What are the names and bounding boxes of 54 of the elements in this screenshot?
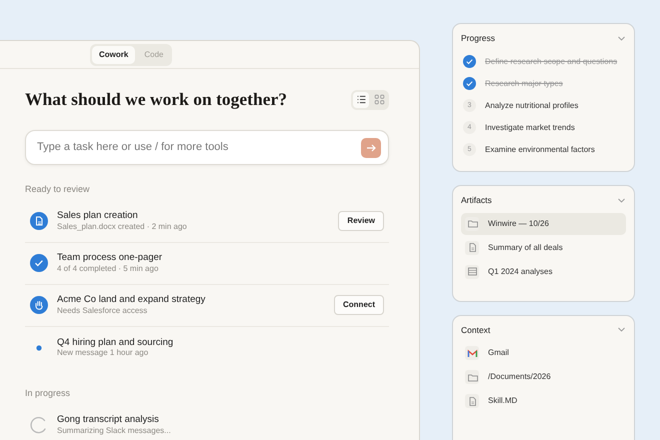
context-item[interactable]: /Documents/2026 xyxy=(461,366,626,388)
panel-title: Progress xyxy=(461,32,496,45)
task-status: New message 1 hour ago xyxy=(57,348,150,358)
chevron-icon xyxy=(617,196,626,205)
list-view-button[interactable] xyxy=(353,92,369,108)
task-status: Needs Salesforce access xyxy=(57,306,148,316)
chevron-icon xyxy=(617,34,626,43)
table-icon xyxy=(466,266,478,277)
step-label: Define research scope and questions xyxy=(485,56,618,68)
task-field[interactable]: Type a task here or use / for more tools xyxy=(25,130,389,165)
send-button[interactable] xyxy=(361,138,381,158)
task-status: 4 of 4 completed · 5 min ago xyxy=(57,264,160,274)
task-title: Gong transcript analysis xyxy=(57,414,160,426)
unread-dot-icon xyxy=(36,344,42,350)
collapse-button[interactable] xyxy=(617,34,626,43)
task-title: Q4 hiring plan and sourcing xyxy=(57,336,174,348)
panel-title: Context xyxy=(461,324,490,336)
connect-button[interactable]: Connect xyxy=(334,295,384,315)
list-icon xyxy=(356,94,366,105)
review-button[interactable]: Review xyxy=(338,211,384,231)
folder-icon xyxy=(466,372,478,383)
mode-tab[interactable]: Cowork xyxy=(92,46,136,64)
folder-icon xyxy=(466,218,478,229)
task-title: Team process one-pager xyxy=(57,252,162,264)
section-heading: In progress xyxy=(25,386,72,400)
step-label: Analyze nutritional profiles xyxy=(485,100,578,112)
spinner-icon xyxy=(30,416,48,434)
document-icon xyxy=(466,242,478,253)
collapse-button[interactable] xyxy=(617,325,626,334)
section-heading: Ready to review xyxy=(25,183,91,196)
panel-title: Artifacts xyxy=(461,194,492,206)
mail-icon xyxy=(466,348,478,359)
context-item[interactable]: Skill.MD xyxy=(461,390,626,412)
arrow-icon xyxy=(366,142,376,152)
step-label: Examine environmental factors xyxy=(485,144,595,156)
document-icon xyxy=(466,396,478,407)
hand-icon xyxy=(30,296,48,314)
step-label: Research major types xyxy=(485,78,563,90)
artifact-item[interactable]: Q1 2024 analyses xyxy=(461,260,626,282)
step-label: Investigate market trends xyxy=(485,122,575,134)
grid-icon xyxy=(374,94,384,105)
file-icon xyxy=(30,212,48,230)
task-title: Sales plan creation xyxy=(57,210,139,222)
artifact-item[interactable]: Winwire — 10/26 xyxy=(461,212,626,234)
task-status: Summarizing Slack messages... xyxy=(57,426,171,436)
page-title: What should we work on together? xyxy=(25,89,288,110)
collapse-button[interactable] xyxy=(617,196,626,205)
chevron-icon xyxy=(617,325,626,334)
task-status: Sales_plan.docx created · 2 min ago xyxy=(57,222,187,232)
context-item[interactable]: Gmail xyxy=(461,342,626,364)
task-title: Acme Co land and expand strategy xyxy=(57,294,206,306)
check-icon xyxy=(30,254,48,272)
task-input[interactable]: Type a task here or use / for more tools xyxy=(35,138,361,157)
artifact-item[interactable]: Summary of all deals xyxy=(461,236,626,258)
